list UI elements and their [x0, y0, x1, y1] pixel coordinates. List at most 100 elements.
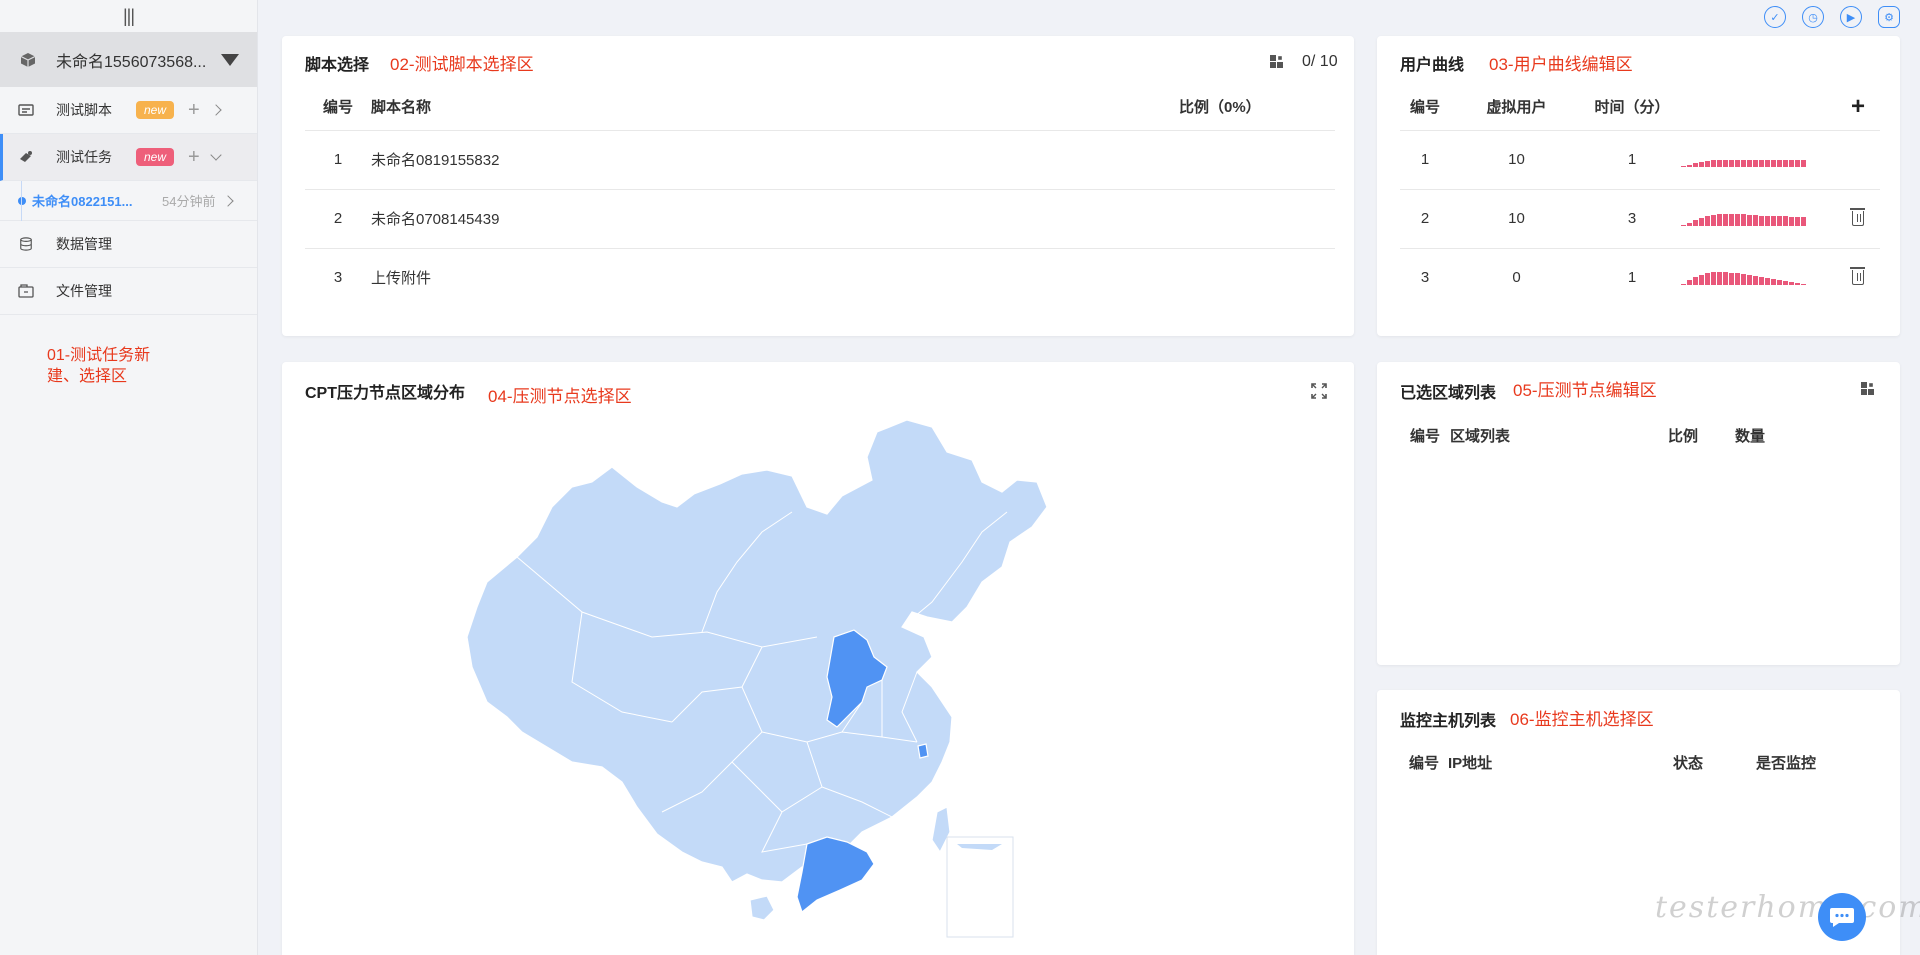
task-time: 54分钟前 — [162, 194, 216, 209]
sparkline-bar — [1765, 277, 1770, 285]
grid-icon[interactable] — [1270, 55, 1283, 68]
col-header: 是否监控 — [1756, 754, 1817, 772]
sparkline-bar — [1783, 215, 1788, 226]
sidebar-item-file-management[interactable]: 文件管理 — [0, 268, 257, 315]
sparkline-bar — [1729, 213, 1734, 226]
chevron-down-icon[interactable] — [210, 149, 222, 161]
table-row[interactable]: 2 10 3 — [1400, 189, 1880, 249]
grid-icon[interactable] — [1861, 382, 1874, 395]
sparkline-bar — [1699, 217, 1704, 226]
play-circle-icon[interactable]: ▶ — [1840, 6, 1862, 28]
chevron-right-icon[interactable] — [210, 104, 222, 116]
tree-line — [21, 181, 22, 221]
table-row[interactable]: 1 10 1 — [1400, 130, 1880, 190]
table-row[interactable]: 2 未命名0708145439 — [305, 189, 1335, 249]
panel-annotation: 02-测试脚本选择区 — [390, 55, 534, 74]
ratio-cell[interactable] — [1179, 189, 1335, 249]
sidebar: ||| 未命名1556073568... 测试脚本 new + 测试任务 new… — [0, 0, 258, 955]
table-row[interactable]: 1 未命名0819155832 — [305, 130, 1335, 190]
region-table: 编号 区域列表 比例 数量 — [1400, 412, 1880, 458]
sparkline-bar — [1681, 165, 1686, 167]
map-region-inset — [957, 844, 1002, 850]
fullscreen-icon[interactable] — [1311, 383, 1327, 399]
sparkline-bar — [1723, 159, 1728, 167]
map-region-main — [466, 419, 1048, 883]
sparkline-bar — [1711, 271, 1716, 285]
col-header: 脚本名称 — [371, 84, 1179, 131]
sparkline-bar — [1789, 281, 1794, 285]
sparkline-bar — [1693, 162, 1698, 167]
table-row[interactable]: 3 上传附件 — [305, 248, 1335, 307]
col-header: IP地址 — [1448, 754, 1493, 772]
sparkline-bar — [1729, 159, 1734, 167]
sparkline-bar — [1711, 214, 1716, 226]
col-header: 比例（0%） — [1179, 84, 1335, 131]
script-table: 编号 脚本名称 比例（0%） 1 未命名0819155832 2 未命名0708… — [305, 84, 1335, 307]
sparkline-bar — [1705, 160, 1710, 167]
map-region-hainan — [749, 895, 775, 921]
curve-sparkline — [1681, 153, 1836, 167]
sidebar-item-data-management[interactable]: 数据管理 — [0, 221, 257, 268]
script-name: 上传附件 — [371, 270, 432, 288]
sparkline-bar — [1723, 213, 1728, 226]
sparkline-bar — [1777, 215, 1782, 226]
sparkline-bar — [1741, 213, 1746, 226]
virtual-users[interactable]: 10 — [1450, 189, 1583, 249]
collapse-handle-icon[interactable]: ||| — [0, 0, 257, 32]
watermark: testerhome.com — [1655, 890, 1920, 925]
col-header: 编号 — [1408, 754, 1439, 772]
add-curve-button[interactable]: + — [1851, 93, 1865, 120]
trash-icon[interactable] — [1850, 208, 1865, 226]
monitor-table: 编号 IP地址 状态 是否监控 — [1400, 739, 1880, 785]
sparkline-bar — [1699, 161, 1704, 167]
file-box-icon — [18, 284, 34, 298]
sparkline-bar — [1759, 159, 1764, 167]
database-icon — [20, 237, 32, 251]
settings-icon[interactable]: ⚙ — [1878, 6, 1900, 28]
sparkline-bar — [1681, 224, 1686, 226]
add-script-button[interactable]: + — [188, 99, 200, 122]
sparkline-bar — [1771, 215, 1776, 226]
sidebar-item-label: 测试脚本 — [56, 102, 112, 118]
curve-table: 编号 虚拟用户 时间（分） + 1 10 1 2 10 3 3 0 1 — [1400, 84, 1880, 307]
duration[interactable]: 3 — [1583, 189, 1681, 249]
chevron-right-icon[interactable] — [222, 194, 234, 207]
chat-button[interactable] — [1818, 893, 1866, 941]
panel-title: CPT压力节点区域分布 — [305, 385, 466, 402]
sparkline-bar — [1735, 272, 1740, 285]
row-number: 1 — [1400, 130, 1450, 190]
sparkline-bar — [1699, 274, 1704, 285]
panel-annotation: 05-压测节点编辑区 — [1513, 381, 1657, 400]
task-item[interactable]: 未命名0822151... 54分钟前 — [0, 181, 257, 221]
sidebar-item-test-script[interactable]: 测试脚本 new + — [0, 87, 257, 134]
table-row[interactable]: 3 0 1 — [1400, 248, 1880, 307]
china-map[interactable] — [462, 412, 1162, 955]
sidebar-item-test-task[interactable]: 测试任务 new + — [0, 134, 257, 181]
project-selector[interactable]: 未命名1556073568... — [0, 32, 257, 87]
virtual-users[interactable]: 10 — [1450, 130, 1583, 190]
add-task-button[interactable]: + — [188, 146, 200, 169]
col-header: 比例 — [1668, 427, 1699, 445]
panel-title: 已选区域列表 — [1400, 385, 1497, 402]
check-circle-icon[interactable]: ✓ — [1764, 6, 1786, 28]
duration[interactable]: 1 — [1583, 130, 1681, 190]
virtual-users[interactable]: 0 — [1450, 248, 1583, 307]
clock-icon[interactable]: ◷ — [1802, 6, 1824, 28]
sparkline-bar — [1789, 159, 1794, 167]
panel-annotation: 06-监控主机选择区 — [1510, 710, 1654, 729]
duration[interactable]: 1 — [1583, 248, 1681, 307]
map-region-guangdong — [796, 836, 875, 914]
sidebar-item-label: 测试任务 — [56, 149, 112, 165]
ratio-cell[interactable] — [1179, 248, 1335, 307]
sparkline-bar — [1783, 280, 1788, 285]
sparkline-bar — [1801, 159, 1806, 167]
trash-icon[interactable] — [1850, 267, 1865, 286]
ratio-cell[interactable] — [1179, 130, 1335, 190]
row-number: 2 — [1400, 189, 1450, 249]
col-header: 时间（分） — [1583, 84, 1681, 131]
dropdown-arrow-icon[interactable] — [221, 53, 239, 66]
sparkline-bar — [1795, 216, 1800, 226]
sparkline-bar — [1687, 164, 1692, 167]
sparkline-bar — [1795, 282, 1800, 285]
sparkline-bar — [1771, 159, 1776, 167]
